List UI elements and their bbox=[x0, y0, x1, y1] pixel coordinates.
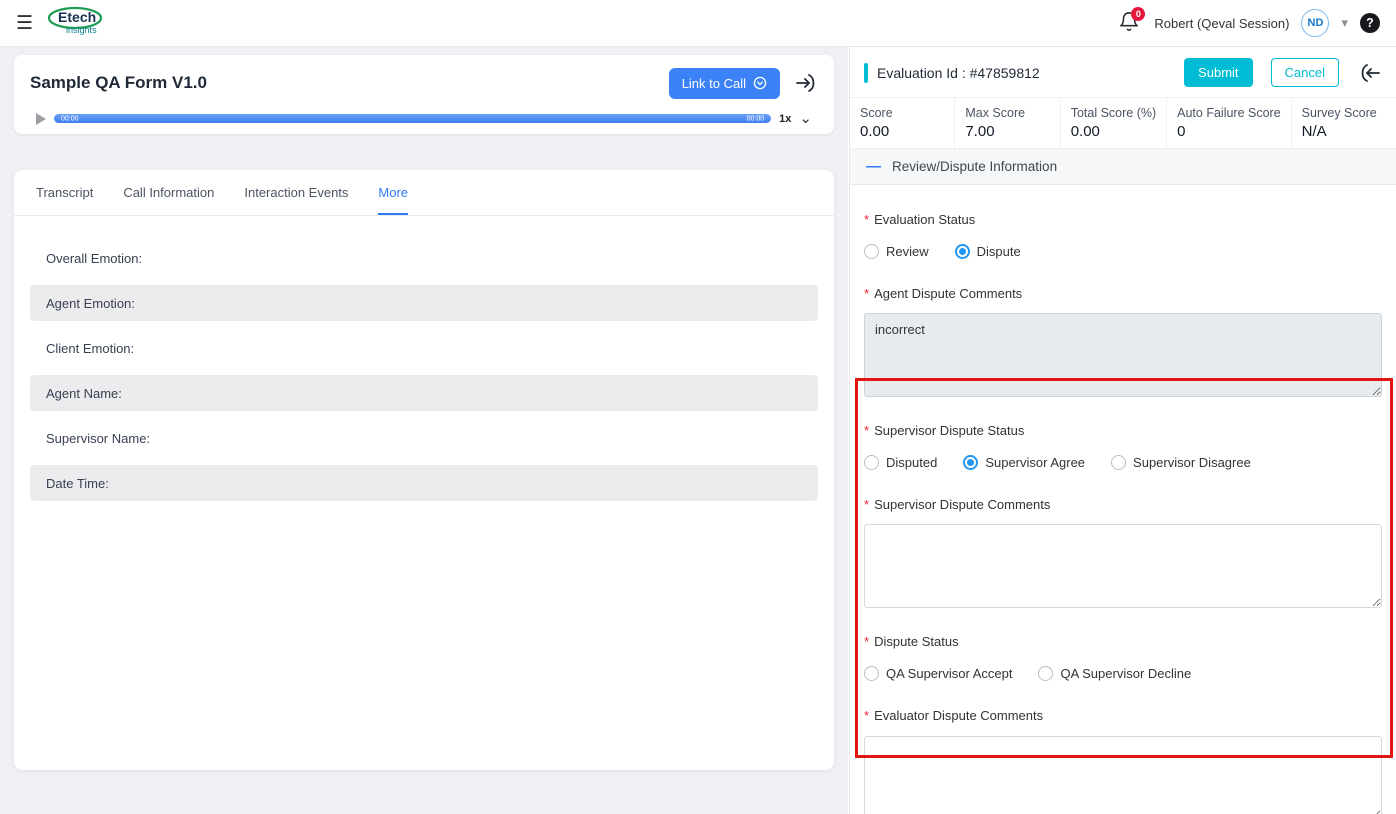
agent-dispute-comments-textarea[interactable]: incorrect bbox=[864, 313, 1382, 397]
score-label: Max Score bbox=[965, 106, 1049, 120]
elapsed-time: 00:00 bbox=[61, 115, 79, 122]
radio-circle-checked bbox=[955, 244, 970, 259]
section-review-dispute[interactable]: — Review/Dispute Information bbox=[850, 149, 1396, 185]
user-name: Robert (Qeval Session) bbox=[1154, 16, 1289, 31]
evaluation-status-group: Review Dispute bbox=[864, 244, 1382, 259]
evaluation-id: Evaluation Id : #47859812 bbox=[877, 65, 1175, 81]
more-tab-content: Overall Emotion: Agent Emotion: Client E… bbox=[14, 216, 834, 534]
accent-bar bbox=[864, 63, 868, 83]
link-to-call-button[interactable]: Link to Call bbox=[669, 68, 780, 99]
score-label: Score bbox=[860, 106, 944, 120]
field-client-emotion: Client Emotion: bbox=[30, 330, 818, 366]
score-cell: Score 0.00 bbox=[850, 98, 954, 148]
avatar[interactable]: ND bbox=[1301, 9, 1329, 37]
brand-name: Etech bbox=[58, 9, 96, 25]
playback-speed[interactable]: 1x bbox=[779, 113, 791, 125]
required-asterisk: * bbox=[864, 423, 869, 439]
field-agent-name: Agent Name: bbox=[30, 375, 818, 411]
submit-button[interactable]: Submit bbox=[1184, 58, 1252, 87]
collapse-section-icon[interactable]: — bbox=[866, 159, 881, 174]
radio-qa-supervisor-accept[interactable]: QA Supervisor Accept bbox=[864, 666, 1012, 681]
topbar: ☰ Etech insights 0 Robert (Qeval Session… bbox=[0, 0, 1396, 47]
field-supervisor-name: Supervisor Name: bbox=[30, 420, 818, 456]
chevron-down-icon[interactable]: ▾ bbox=[1341, 15, 1348, 31]
page-title: Sample QA Form V1.0 bbox=[30, 73, 669, 93]
radio-dispute[interactable]: Dispute bbox=[955, 244, 1021, 259]
left-panel: Sample QA Form V1.0 Link to Call 00:00 0… bbox=[0, 47, 848, 814]
radio-circle bbox=[1111, 455, 1126, 470]
duration-time: 00:00 bbox=[747, 115, 765, 122]
notification-badge: 0 bbox=[1131, 7, 1145, 21]
evaluator-dispute-comments-label: * Evaluator Dispute Comments bbox=[864, 708, 1382, 724]
score-value: N/A bbox=[1302, 123, 1386, 140]
seek-bar[interactable]: 00:00 00:00 bbox=[54, 114, 771, 123]
play-button[interactable] bbox=[36, 113, 46, 125]
tab-more[interactable]: More bbox=[378, 170, 408, 215]
radio-circle bbox=[864, 455, 879, 470]
cancel-button[interactable]: Cancel bbox=[1271, 58, 1339, 87]
tab-bar: Transcript Call Information Interaction … bbox=[14, 170, 834, 216]
supervisor-dispute-comments-label: * Supervisor Dispute Comments bbox=[864, 497, 1382, 513]
supervisor-dispute-status-label: * Supervisor Dispute Status bbox=[864, 423, 1382, 439]
evaluation-header: Evaluation Id : #47859812 Submit Cancel bbox=[850, 47, 1396, 97]
required-asterisk: * bbox=[864, 497, 869, 513]
radio-disputed[interactable]: Disputed bbox=[864, 455, 937, 470]
field-agent-emotion: Agent Emotion: bbox=[30, 285, 818, 321]
link-to-call-label: Link to Call bbox=[682, 76, 746, 91]
field-date-time: Date Time: bbox=[30, 465, 818, 501]
required-asterisk: * bbox=[864, 286, 869, 302]
topbar-left: ☰ Etech insights bbox=[16, 5, 107, 41]
collapse-panel-icon[interactable] bbox=[1358, 61, 1382, 85]
topbar-right: 0 Robert (Qeval Session) ND ▾ ? bbox=[1118, 9, 1380, 37]
evaluation-panel: Evaluation Id : #47859812 Submit Cancel … bbox=[849, 47, 1396, 814]
radio-circle bbox=[1038, 666, 1053, 681]
details-card: Transcript Call Information Interaction … bbox=[14, 170, 834, 770]
section-title: Review/Dispute Information bbox=[892, 159, 1057, 174]
score-value: 0.00 bbox=[860, 123, 944, 140]
field-overall-emotion: Overall Emotion: bbox=[30, 240, 818, 276]
score-value: 0.00 bbox=[1071, 123, 1156, 140]
tab-transcript[interactable]: Transcript bbox=[36, 170, 93, 215]
brand-logo[interactable]: Etech insights bbox=[47, 5, 107, 41]
score-label: Total Score (%) bbox=[1071, 106, 1156, 120]
dispute-form: * Evaluation Status Review Dispute * Age… bbox=[850, 185, 1396, 814]
required-asterisk: * bbox=[864, 708, 869, 724]
evaluation-status-label: * Evaluation Status bbox=[864, 212, 1382, 228]
audio-player: 00:00 00:00 1x ⌄ bbox=[30, 105, 818, 126]
dispute-status-label: * Dispute Status bbox=[864, 634, 1382, 650]
player-chevron-down-icon[interactable]: ⌄ bbox=[799, 111, 812, 126]
agent-dispute-comments-label: * Agent Dispute Comments bbox=[864, 286, 1382, 302]
max-score-cell: Max Score 7.00 bbox=[954, 98, 1059, 148]
tab-interaction-events[interactable]: Interaction Events bbox=[244, 170, 348, 215]
radio-review[interactable]: Review bbox=[864, 244, 929, 259]
radio-circle bbox=[864, 666, 879, 681]
radio-supervisor-disagree[interactable]: Supervisor Disagree bbox=[1111, 455, 1251, 470]
qa-form-card: Sample QA Form V1.0 Link to Call 00:00 0… bbox=[14, 55, 834, 134]
radio-circle-checked bbox=[963, 455, 978, 470]
survey-score-cell: Survey Score N/A bbox=[1291, 98, 1396, 148]
radio-circle bbox=[864, 244, 879, 259]
evaluator-dispute-comments-textarea[interactable] bbox=[864, 736, 1382, 814]
circle-chevron-icon bbox=[753, 76, 767, 90]
dispute-status-group: QA Supervisor Accept QA Supervisor Decli… bbox=[864, 666, 1382, 681]
menu-icon[interactable]: ☰ bbox=[16, 14, 33, 33]
score-value: 0 bbox=[1177, 123, 1281, 140]
notifications-button[interactable]: 0 bbox=[1118, 11, 1142, 35]
score-label: Survey Score bbox=[1302, 106, 1386, 120]
total-score-cell: Total Score (%) 0.00 bbox=[1060, 98, 1166, 148]
supervisor-dispute-comments-textarea[interactable] bbox=[864, 524, 1382, 608]
score-label: Auto Failure Score bbox=[1177, 106, 1281, 120]
required-asterisk: * bbox=[864, 212, 869, 228]
help-icon[interactable]: ? bbox=[1360, 13, 1380, 33]
score-value: 7.00 bbox=[965, 123, 1049, 140]
brand-tagline: insights bbox=[66, 25, 97, 35]
radio-qa-supervisor-decline[interactable]: QA Supervisor Decline bbox=[1038, 666, 1191, 681]
tab-call-information[interactable]: Call Information bbox=[123, 170, 214, 215]
exit-fullscreen-icon[interactable] bbox=[794, 71, 818, 95]
score-summary: Score 0.00 Max Score 7.00 Total Score (%… bbox=[850, 97, 1396, 149]
supervisor-dispute-status-group: Disputed Supervisor Agree Supervisor Dis… bbox=[864, 455, 1382, 470]
auto-failure-score-cell: Auto Failure Score 0 bbox=[1166, 98, 1291, 148]
required-asterisk: * bbox=[864, 634, 869, 650]
radio-supervisor-agree[interactable]: Supervisor Agree bbox=[963, 455, 1085, 470]
